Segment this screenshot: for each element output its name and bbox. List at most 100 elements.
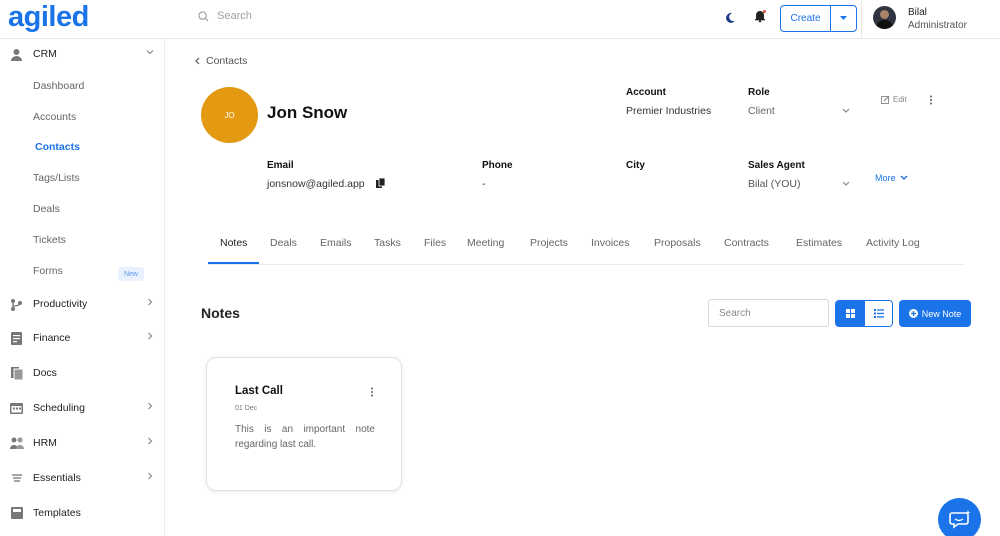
tab-notes[interactable]: Notes: [220, 237, 247, 249]
role-chevron-down-icon[interactable]: [842, 108, 850, 114]
sidebar-item-scheduling[interactable]: Scheduling: [0, 393, 164, 423]
more-options-icon[interactable]: [929, 95, 933, 105]
user-avatar[interactable]: [873, 6, 896, 29]
app-logo[interactable]: agiled: [8, 1, 89, 34]
caret-down-icon: [840, 16, 847, 20]
tab-deals[interactable]: Deals: [270, 237, 297, 249]
moon-icon: [726, 12, 735, 23]
note-body: This is an important note regarding last…: [235, 424, 375, 450]
phone-value: -: [482, 178, 486, 190]
note-options-icon[interactable]: [370, 387, 374, 397]
tab-tasks[interactable]: Tasks: [374, 237, 401, 249]
tab-emails[interactable]: Emails: [320, 237, 352, 249]
chevron-right-icon: [148, 437, 153, 445]
create-dropdown-toggle[interactable]: [831, 6, 856, 31]
sidebar-item-label: CRM: [33, 48, 57, 60]
user-name[interactable]: Bilal: [908, 7, 927, 18]
contact-tabs: Notes Deals Emails Tasks Files Meeting P…: [208, 232, 965, 265]
sidebar-item-productivity[interactable]: Productivity: [0, 289, 164, 319]
edit-label[interactable]: Edit: [893, 95, 907, 104]
sidebar-sub-accounts[interactable]: Accounts: [33, 111, 76, 123]
sidebar-item-label: HRM: [33, 437, 57, 449]
tab-files[interactable]: Files: [424, 237, 446, 249]
search-icon: [198, 10, 209, 22]
sidebar-item-crm[interactable]: CRM: [0, 39, 164, 69]
city-label: City: [626, 160, 645, 171]
chevron-right-icon: [148, 402, 153, 410]
active-tab-indicator: [208, 262, 259, 264]
sidebar-item-hrm[interactable]: HRM: [0, 428, 164, 458]
search-placeholder: Search: [217, 10, 252, 22]
new-note-label[interactable]: New Note: [922, 309, 962, 319]
plus-circle-icon: [908, 309, 918, 318]
user-role: Administrator: [908, 20, 967, 31]
notes-search-input[interactable]: Search: [708, 299, 829, 327]
breadcrumb[interactable]: Contacts: [194, 55, 247, 67]
chat-support-button[interactable]: [938, 498, 981, 536]
contact-name: Jon Snow: [267, 103, 348, 122]
dark-mode-toggle[interactable]: [724, 11, 736, 29]
sidebar-sub-tickets[interactable]: Tickets: [33, 234, 66, 246]
sidebar-item-label: Docs: [33, 367, 57, 379]
edit-button[interactable]: Edit: [881, 95, 907, 104]
chevron-right-icon: [148, 472, 153, 480]
docs-icon: [10, 366, 23, 380]
list-view-button[interactable]: [865, 301, 892, 326]
role-label: Role: [748, 87, 770, 98]
sidebar-sub-tags-lists[interactable]: Tags/Lists: [33, 172, 80, 184]
new-note-button[interactable]: New Note: [899, 300, 971, 327]
sidebar-item-docs[interactable]: Docs: [0, 358, 164, 388]
bell-icon: [755, 10, 766, 23]
tab-contracts[interactable]: Contracts: [724, 237, 769, 249]
user-icon: [11, 48, 22, 61]
chevron-left-icon: [195, 57, 200, 65]
sidebar: CRM Dashboard Accounts Contacts Tags/Lis…: [0, 39, 165, 536]
tab-activity-log[interactable]: Activity Log: [866, 237, 920, 249]
sales-agent-value[interactable]: Bilal (YOU): [748, 178, 801, 190]
grid-icon: [846, 309, 855, 318]
tab-invoices[interactable]: Invoices: [591, 237, 630, 249]
breadcrumb-label[interactable]: Contacts: [206, 55, 247, 67]
sidebar-item-label: Finance: [33, 332, 71, 344]
agent-chevron-down-icon[interactable]: [842, 181, 850, 187]
sidebar-sub-deals[interactable]: Deals: [33, 203, 60, 215]
view-toggle: [835, 300, 893, 327]
sidebar-sub-contacts[interactable]: Contacts: [35, 141, 80, 153]
sidebar-item-templates[interactable]: Templates: [0, 498, 164, 528]
create-button-label[interactable]: Create: [781, 6, 831, 31]
email-value[interactable]: jonsnow@agiled.app: [267, 178, 365, 190]
sidebar-item-label: Productivity: [33, 298, 88, 310]
sidebar-sub-forms[interactable]: Forms: [33, 265, 63, 277]
copy-icon[interactable]: [376, 178, 385, 188]
tab-estimates[interactable]: Estimates: [796, 237, 842, 249]
sidebar-sub-dashboard[interactable]: Dashboard: [33, 80, 84, 92]
more-button[interactable]: More: [875, 173, 908, 183]
email-label: Email: [267, 160, 294, 171]
chevron-right-icon: [148, 298, 153, 306]
chevron-down-icon: [146, 50, 154, 55]
chat-icon: [948, 509, 970, 529]
contact-avatar: JO: [201, 87, 258, 143]
invoice-icon: [11, 331, 22, 345]
tab-proposals[interactable]: Proposals: [654, 237, 701, 249]
tab-meeting[interactable]: Meeting: [467, 237, 504, 249]
sidebar-item-essentials[interactable]: Essentials: [0, 463, 164, 493]
header-divider: [861, 0, 862, 39]
template-icon: [10, 507, 23, 519]
grid-view-button[interactable]: [836, 301, 865, 326]
edit-icon: [881, 95, 890, 104]
calendar-icon: [10, 403, 23, 414]
account-value[interactable]: Premier Industries: [626, 105, 711, 117]
sidebar-item-label: Scheduling: [33, 402, 85, 414]
notifications-button[interactable]: [753, 9, 767, 28]
sidebar-item-finance[interactable]: Finance: [0, 323, 164, 353]
global-search[interactable]: Search: [198, 10, 252, 22]
notes-heading: Notes: [201, 305, 240, 321]
create-button[interactable]: Create: [780, 5, 857, 32]
role-value[interactable]: Client: [748, 105, 775, 117]
chevron-right-icon: [148, 332, 153, 340]
note-title: Last Call: [235, 385, 283, 397]
more-label[interactable]: More: [875, 173, 896, 183]
note-card[interactable]: Last Call 01 Dec This is an important no…: [206, 357, 402, 491]
tab-projects[interactable]: Projects: [530, 237, 568, 249]
